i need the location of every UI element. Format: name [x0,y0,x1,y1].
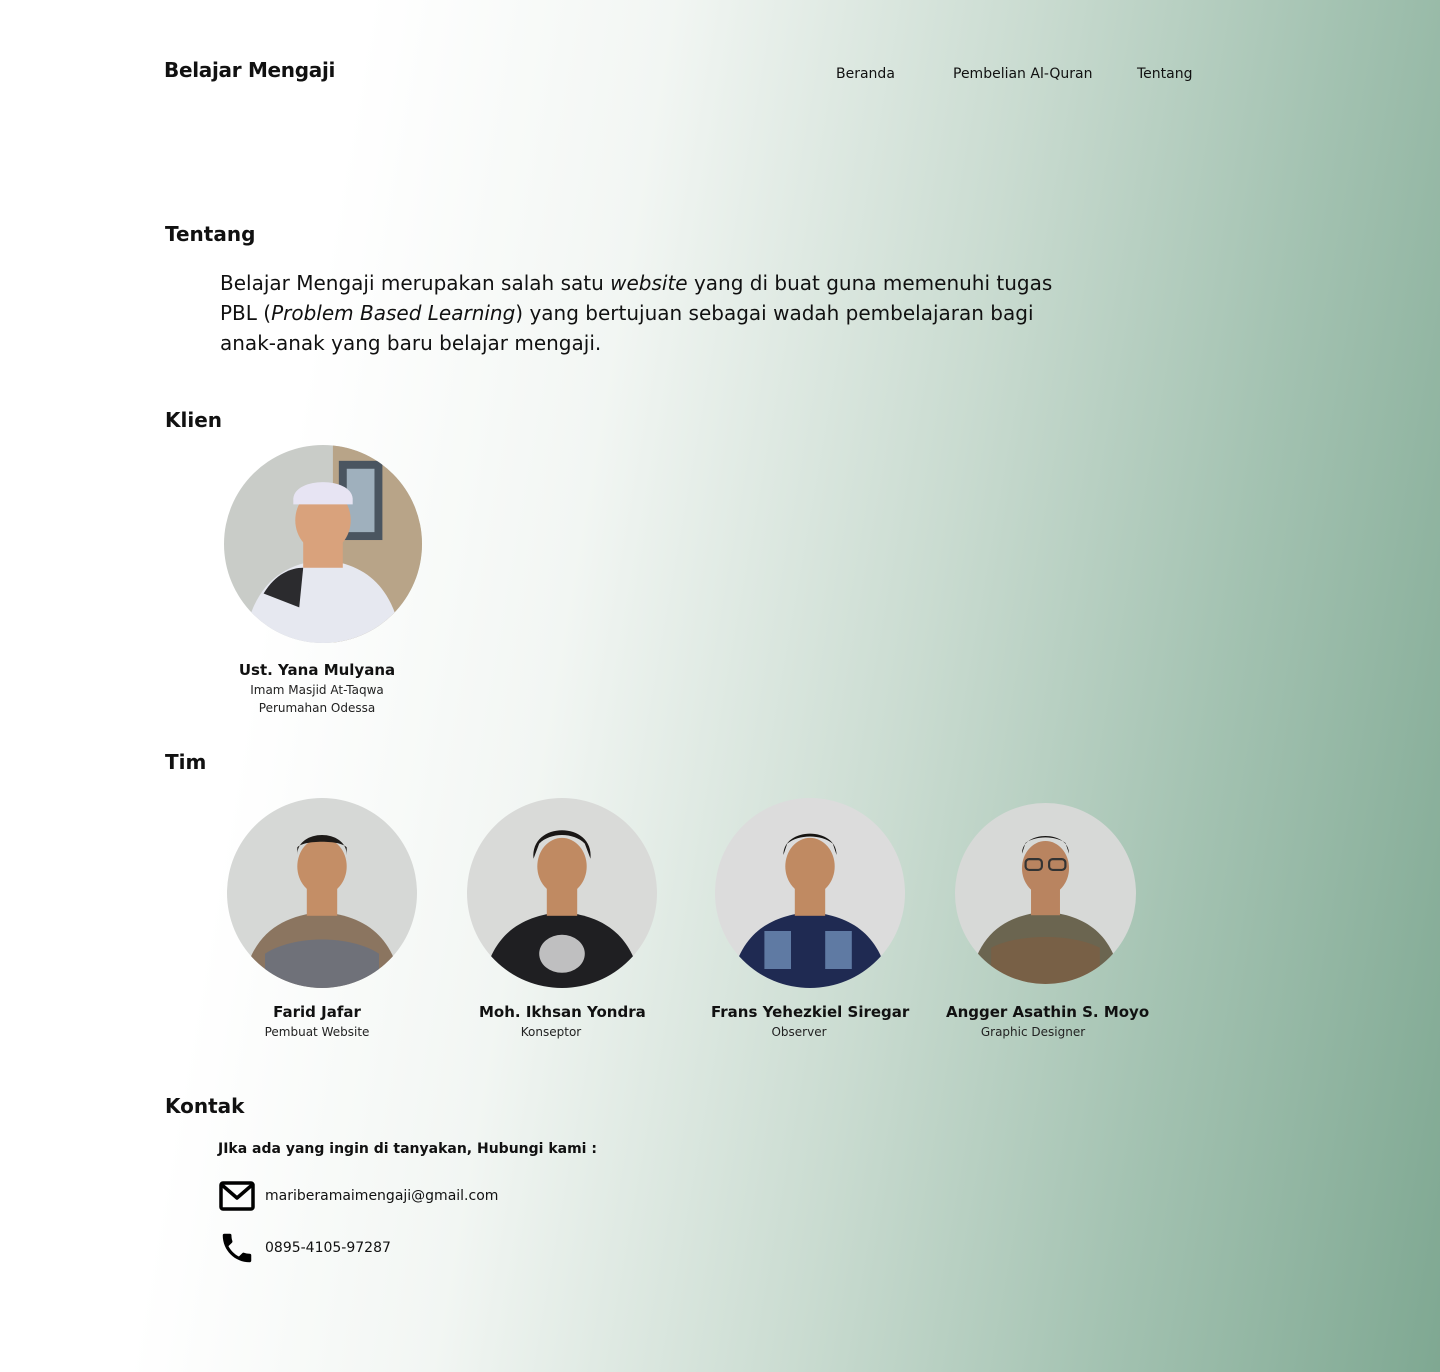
phone-icon [218,1229,256,1267]
about-heading: Tentang [165,222,256,246]
team-member-name: Farid Jafar [273,1003,361,1021]
about-text-italic: Problem Based Learning [271,301,516,325]
team-member-role: Konseptor [520,1025,582,1039]
team-member-name: Angger Asathin S. Moyo [946,1003,1150,1021]
contact-intro: JIka ada yang ingin di tanyakan, Hubungi… [218,1141,597,1157]
team-avatar [467,798,657,988]
client-heading: Klien [165,408,223,432]
team-heading: Tim [165,750,207,774]
mail-icon [218,1177,256,1215]
team-avatar [955,803,1136,984]
team-member-name: Moh. Ikhsan Yondra [479,1003,646,1021]
about-text-italic: website [610,271,688,295]
team-avatar [715,798,905,988]
team-photo [227,798,417,988]
client-photo [224,445,422,643]
team-member-role: Observer [771,1025,827,1039]
contact-email-link[interactable]: mariberamaimengaji@gmail.com [265,1188,498,1204]
team-member-role: Pembuat Website [264,1025,370,1039]
team-member-role: Graphic Designer [980,1025,1086,1039]
contact-phone-row: 0895-4105-97287 [218,1229,391,1267]
team-photo [715,798,905,988]
brand-logo[interactable]: Belajar Mengaji [164,58,335,82]
client-avatar [224,445,422,643]
contact-phone-number[interactable]: 0895-4105-97287 [265,1240,391,1256]
client-role-line: Perumahan Odessa [258,701,376,715]
team-photo [955,803,1136,984]
team-photo [467,798,657,988]
team-member-name: Frans Yehezkiel Siregar [711,1003,910,1021]
nav-beranda[interactable]: Beranda [836,66,895,82]
client-name: Ust. Yana Mulyana [238,661,396,679]
client-role-line: Imam Masjid At-Taqwa [250,683,384,697]
nav-tentang[interactable]: Tentang [1137,66,1193,82]
about-text: Belajar Mengaji merupakan salah satu web… [220,268,1080,358]
about-text-part: Belajar Mengaji merupakan salah satu [220,271,611,295]
team-avatar [227,798,417,988]
contact-email-row: mariberamaimengaji@gmail.com [218,1177,498,1215]
contact-heading: Kontak [165,1094,245,1118]
client-role: Imam Masjid At-Taqwa Perumahan Odessa [224,681,410,717]
nav-pembelian-al-quran[interactable]: Pembelian Al-Quran [953,66,1093,82]
